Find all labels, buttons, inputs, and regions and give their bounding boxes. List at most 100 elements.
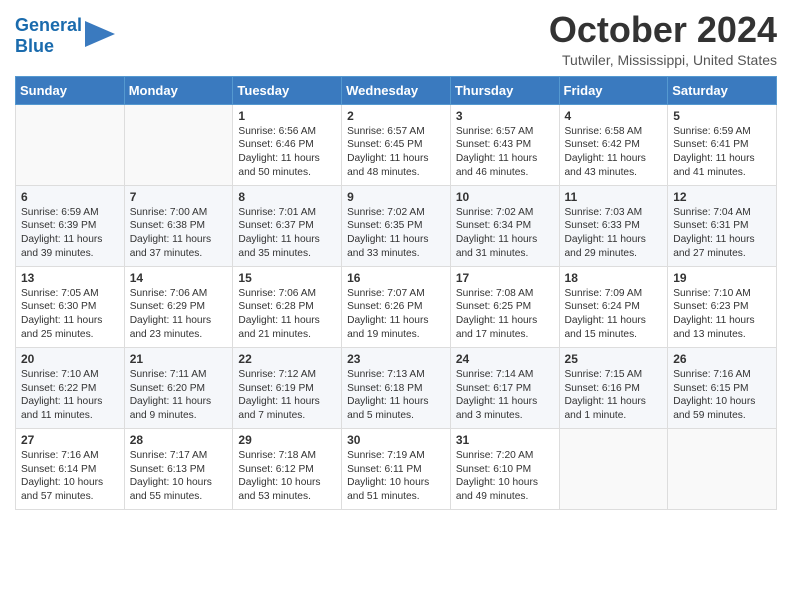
cell-info: Sunrise: 7:13 AMSunset: 6:18 PMDaylight:… bbox=[347, 368, 445, 423]
calendar-table: SundayMondayTuesdayWednesdayThursdayFrid… bbox=[15, 76, 777, 510]
day-header-tuesday: Tuesday bbox=[233, 76, 342, 104]
cell-info: Sunrise: 6:59 AMSunset: 6:41 PMDaylight:… bbox=[673, 125, 771, 180]
logo-general: General bbox=[15, 15, 82, 35]
day-number: 16 bbox=[347, 271, 445, 285]
day-number: 18 bbox=[565, 271, 663, 285]
calendar-cell: 7 Sunrise: 7:00 AMSunset: 6:38 PMDaylight… bbox=[124, 185, 233, 266]
day-number: 29 bbox=[238, 433, 336, 447]
cell-info: Sunrise: 6:57 AMSunset: 6:43 PMDaylight:… bbox=[456, 125, 554, 180]
calendar-cell: 13Sunrise: 7:05 AMSunset: 6:30 PMDayligh… bbox=[16, 266, 125, 347]
calendar-cell: 15Sunrise: 7:06 AMSunset: 6:28 PMDayligh… bbox=[233, 266, 342, 347]
day-number: 3 bbox=[456, 109, 554, 123]
cell-info: Sunrise: 7:03 AMSunset: 6:33 PMDaylight:… bbox=[565, 206, 663, 261]
calendar-cell: 8 Sunrise: 7:01 AMSunset: 6:37 PMDaylight… bbox=[233, 185, 342, 266]
calendar-cell: 31 Sunrise: 7:20 AMSunset: 6:10 PMDayligh… bbox=[450, 428, 559, 509]
calendar-cell: 17Sunrise: 7:08 AMSunset: 6:25 PMDayligh… bbox=[450, 266, 559, 347]
day-number: 21 bbox=[130, 352, 228, 366]
cell-info: Sunrise: 7:02 AMSunset: 6:35 PMDaylight:… bbox=[347, 206, 445, 261]
logo-icon bbox=[85, 21, 115, 47]
cell-info: Sunrise: 7:15 AMSunset: 6:16 PMDaylight:… bbox=[565, 368, 663, 423]
logo-blue: Blue bbox=[15, 36, 82, 57]
cell-info: Sunrise: 7:11 AMSunset: 6:20 PMDaylight:… bbox=[130, 368, 228, 423]
calendar-cell: 28Sunrise: 7:17 AMSunset: 6:13 PMDayligh… bbox=[124, 428, 233, 509]
cell-info: Sunrise: 7:14 AMSunset: 6:17 PMDaylight:… bbox=[456, 368, 554, 423]
calendar-cell: 5 Sunrise: 6:59 AMSunset: 6:41 PMDaylight… bbox=[668, 104, 777, 185]
day-number: 26 bbox=[673, 352, 771, 366]
day-number: 30 bbox=[347, 433, 445, 447]
day-number: 13 bbox=[21, 271, 119, 285]
title-area: October 2024 Tutwiler, Mississippi, Unit… bbox=[549, 10, 777, 68]
day-number: 4 bbox=[565, 109, 663, 123]
cell-info: Sunrise: 7:10 AMSunset: 6:23 PMDaylight:… bbox=[673, 287, 771, 342]
day-header-saturday: Saturday bbox=[668, 76, 777, 104]
cell-info: Sunrise: 7:20 AMSunset: 6:10 PMDaylight:… bbox=[456, 449, 554, 504]
calendar-cell: 14Sunrise: 7:06 AMSunset: 6:29 PMDayligh… bbox=[124, 266, 233, 347]
cell-info: Sunrise: 7:01 AMSunset: 6:37 PMDaylight:… bbox=[238, 206, 336, 261]
calendar-cell: 4 Sunrise: 6:58 AMSunset: 6:42 PMDaylight… bbox=[559, 104, 668, 185]
day-number: 22 bbox=[238, 352, 336, 366]
calendar-cell: 3 Sunrise: 6:57 AMSunset: 6:43 PMDaylight… bbox=[450, 104, 559, 185]
cell-info: Sunrise: 6:58 AMSunset: 6:42 PMDaylight:… bbox=[565, 125, 663, 180]
week-row-1: 1 Sunrise: 6:56 AMSunset: 6:46 PMDaylight… bbox=[16, 104, 777, 185]
calendar-cell: 16Sunrise: 7:07 AMSunset: 6:26 PMDayligh… bbox=[342, 266, 451, 347]
cell-info: Sunrise: 7:12 AMSunset: 6:19 PMDaylight:… bbox=[238, 368, 336, 423]
calendar-cell: 23 Sunrise: 7:13 AMSunset: 6:18 PMDayligh… bbox=[342, 347, 451, 428]
day-number: 20 bbox=[21, 352, 119, 366]
calendar-cell: 25 Sunrise: 7:15 AMSunset: 6:16 PMDayligh… bbox=[559, 347, 668, 428]
day-number: 6 bbox=[21, 190, 119, 204]
cell-info: Sunrise: 7:09 AMSunset: 6:24 PMDaylight:… bbox=[565, 287, 663, 342]
calendar-cell bbox=[124, 104, 233, 185]
day-number: 24 bbox=[456, 352, 554, 366]
cell-info: Sunrise: 7:00 AMSunset: 6:38 PMDaylight:… bbox=[130, 206, 228, 261]
cell-info: Sunrise: 6:56 AMSunset: 6:46 PMDaylight:… bbox=[238, 125, 336, 180]
calendar-cell: 22 Sunrise: 7:12 AMSunset: 6:19 PMDayligh… bbox=[233, 347, 342, 428]
day-number: 1 bbox=[238, 109, 336, 123]
location: Tutwiler, Mississippi, United States bbox=[549, 52, 777, 68]
calendar-cell: 30 Sunrise: 7:19 AMSunset: 6:11 PMDayligh… bbox=[342, 428, 451, 509]
cell-info: Sunrise: 7:17 AMSunset: 6:13 PMDaylight:… bbox=[130, 449, 228, 504]
cell-info: Sunrise: 7:19 AMSunset: 6:11 PMDaylight:… bbox=[347, 449, 445, 504]
calendar-cell bbox=[559, 428, 668, 509]
day-header-wednesday: Wednesday bbox=[342, 76, 451, 104]
cell-info: Sunrise: 7:08 AMSunset: 6:25 PMDaylight:… bbox=[456, 287, 554, 342]
calendar-cell: 27Sunrise: 7:16 AMSunset: 6:14 PMDayligh… bbox=[16, 428, 125, 509]
day-header-thursday: Thursday bbox=[450, 76, 559, 104]
day-number: 7 bbox=[130, 190, 228, 204]
logo-text: General Blue bbox=[15, 15, 82, 56]
day-header-sunday: Sunday bbox=[16, 76, 125, 104]
day-number: 25 bbox=[565, 352, 663, 366]
calendar-page: General Blue October 2024 Tutwiler, Miss… bbox=[0, 0, 792, 525]
cell-info: Sunrise: 7:10 AMSunset: 6:22 PMDaylight:… bbox=[21, 368, 119, 423]
day-number: 8 bbox=[238, 190, 336, 204]
cell-info: Sunrise: 7:18 AMSunset: 6:12 PMDaylight:… bbox=[238, 449, 336, 504]
calendar-cell: 2 Sunrise: 6:57 AMSunset: 6:45 PMDaylight… bbox=[342, 104, 451, 185]
week-row-5: 27Sunrise: 7:16 AMSunset: 6:14 PMDayligh… bbox=[16, 428, 777, 509]
calendar-cell: 18 Sunrise: 7:09 AMSunset: 6:24 PMDayligh… bbox=[559, 266, 668, 347]
day-number: 23 bbox=[347, 352, 445, 366]
calendar-cell: 26 Sunrise: 7:16 AMSunset: 6:15 PMDayligh… bbox=[668, 347, 777, 428]
calendar-cell: 11Sunrise: 7:03 AMSunset: 6:33 PMDayligh… bbox=[559, 185, 668, 266]
calendar-cell: 24 Sunrise: 7:14 AMSunset: 6:17 PMDayligh… bbox=[450, 347, 559, 428]
cell-info: Sunrise: 7:16 AMSunset: 6:15 PMDaylight:… bbox=[673, 368, 771, 423]
logo-text-block: General Blue bbox=[15, 15, 115, 56]
day-header-friday: Friday bbox=[559, 76, 668, 104]
day-header-monday: Monday bbox=[124, 76, 233, 104]
day-number: 5 bbox=[673, 109, 771, 123]
cell-info: Sunrise: 7:04 AMSunset: 6:31 PMDaylight:… bbox=[673, 206, 771, 261]
day-number: 14 bbox=[130, 271, 228, 285]
month-title: October 2024 bbox=[549, 10, 777, 50]
day-number: 31 bbox=[456, 433, 554, 447]
cell-info: Sunrise: 6:57 AMSunset: 6:45 PMDaylight:… bbox=[347, 125, 445, 180]
calendar-cell: 9Sunrise: 7:02 AMSunset: 6:35 PMDaylight… bbox=[342, 185, 451, 266]
header-row: SundayMondayTuesdayWednesdayThursdayFrid… bbox=[16, 76, 777, 104]
calendar-cell: 21 Sunrise: 7:11 AMSunset: 6:20 PMDayligh… bbox=[124, 347, 233, 428]
calendar-cell bbox=[16, 104, 125, 185]
day-number: 2 bbox=[347, 109, 445, 123]
calendar-cell: 10Sunrise: 7:02 AMSunset: 6:34 PMDayligh… bbox=[450, 185, 559, 266]
calendar-cell: 20 Sunrise: 7:10 AMSunset: 6:22 PMDayligh… bbox=[16, 347, 125, 428]
week-row-4: 20 Sunrise: 7:10 AMSunset: 6:22 PMDayligh… bbox=[16, 347, 777, 428]
calendar-cell: 6Sunrise: 6:59 AMSunset: 6:39 PMDaylight… bbox=[16, 185, 125, 266]
calendar-cell: 12 Sunrise: 7:04 AMSunset: 6:31 PMDayligh… bbox=[668, 185, 777, 266]
day-number: 12 bbox=[673, 190, 771, 204]
header: General Blue October 2024 Tutwiler, Miss… bbox=[15, 10, 777, 68]
